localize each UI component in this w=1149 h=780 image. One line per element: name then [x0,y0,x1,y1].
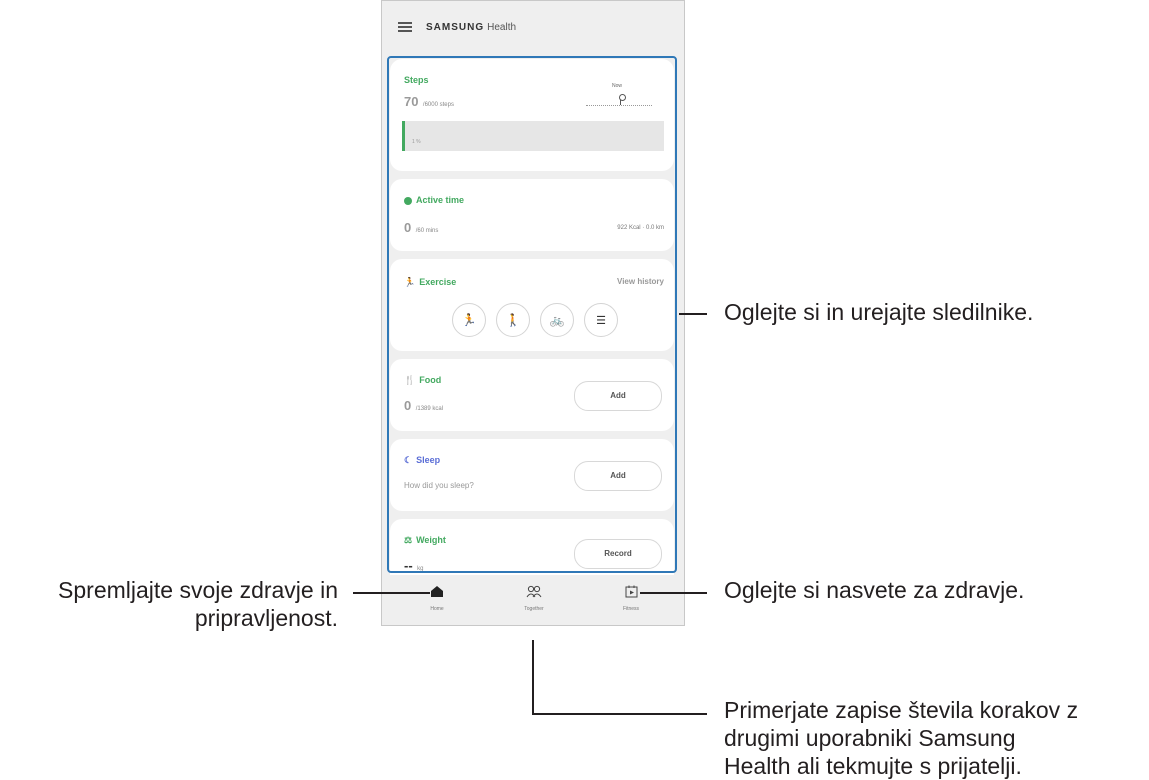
nav-fitness-label: Fitness [622,606,640,612]
phone-screen: SAMSUNG Health Steps 70 /6000 steps Now 1… [381,0,685,626]
home-icon [431,586,443,597]
active-time-minutes: 0 [404,220,412,235]
active-time-kcal: 922 Kcal [617,225,641,231]
weight-value: -- kg [404,557,423,575]
callout-home-line1: Spremljajte svoje zdravje in [58,577,338,603]
steps-count: 70 /6000 steps [404,93,454,111]
callout-together-line1: Primerjate zapise števila korakov z [724,697,1079,723]
bottom-navigation: Home Together Fitness [382,575,684,625]
sleep-label: Sleep [416,455,441,465]
active-time-card[interactable]: Active time 0 /60 mins 922 Kcal · 0.0 km [390,179,674,251]
food-value: 0 /1389 kcal [404,397,443,415]
app-name: Health [487,21,517,33]
active-time-value: 0 /60 mins [404,219,438,237]
menu-icon[interactable] [398,22,412,32]
food-kcal: 0 [404,398,412,413]
weight-card[interactable]: ⚖ Weight -- kg Record [390,519,674,575]
steps-now-label: Now [612,83,623,89]
bicycle-icon: 🚲 [549,313,565,327]
callout-together: Primerjate zapise števila korakov z drug… [724,696,1078,780]
weight-record-button[interactable]: Record [574,539,662,569]
tracker-list[interactable]: Steps 70 /6000 steps Now 1 % Active time… [390,59,674,575]
active-time-goal: /60 mins [415,228,439,234]
exercise-card[interactable]: 🏃 Exercise View history 🏃 🚶 🚲 ☰ [390,259,674,351]
food-card[interactable]: 🍴 Food 0 /1389 kcal Add [390,359,674,431]
app-brand: SAMSUNG [426,21,485,33]
run-exercise-button[interactable]: 🏃 [452,303,486,337]
food-goal: /1389 kcal [415,406,444,412]
nav-together-label: Together [524,606,544,612]
callout-line-trackers [679,313,707,315]
steps-title: Steps [404,75,429,85]
steps-percent: 1 % [412,139,421,145]
callout-home-line2: pripravljenost. [194,605,338,631]
sleep-card[interactable]: ☾ Sleep How did you sleep? Add [390,439,674,511]
sleep-title: ☾ Sleep [404,455,440,466]
weight-label: Weight [416,535,446,545]
cycling-exercise-button[interactable]: 🚲 [540,303,574,337]
weight-number: -- [404,558,413,573]
app-title: SAMSUNG Health [426,22,516,33]
callout-together-line2: drugimi uporabniki Samsung [724,725,1016,751]
active-time-label: Active time [416,195,465,205]
exercise-label: Exercise [419,277,457,287]
callout-home: Spremljajte svoje zdravje in pripravljen… [0,576,338,632]
callout-trackers: Oglejte si in urejajte sledilnike. [724,299,1034,325]
callout-line-fitness [640,592,707,594]
weight-title: ⚖ Weight [404,535,446,546]
app-bar: SAMSUNG Health [382,1,684,53]
food-add-button[interactable]: Add [574,381,662,411]
exercise-title: 🏃 Exercise [404,277,456,288]
scale-icon: ⚖ [404,535,413,545]
clock-icon [404,196,412,205]
steps-progress-fill [402,121,405,151]
callout-together-line3: Health ali tekmujte s prijatelji. [724,753,1022,779]
active-time-stats: 922 Kcal · 0.0 km [617,225,664,231]
nav-fitness[interactable]: Fitness [601,585,661,612]
active-time-km: 0.0 km [645,225,664,231]
nav-together[interactable]: Together [504,585,564,612]
steps-goal: /6000 steps [422,102,454,108]
view-history-link[interactable]: View history [617,277,664,286]
nav-home[interactable]: Home [407,585,467,612]
fork-knife-icon: 🍴 [404,375,416,385]
active-time-title: Active time [404,195,464,205]
weight-unit: kg [417,566,424,572]
steps-now-pin-stem [620,100,621,105]
nav-home-label: Home [430,606,444,612]
callout-line-together-horizontal [532,713,707,715]
exercise-list-button[interactable]: ☰ [584,303,618,337]
sleep-add-button[interactable]: Add [574,461,662,491]
steps-card[interactable]: Steps 70 /6000 steps Now 1 % [390,59,674,171]
food-label: Food [419,375,442,385]
running-icon: 🏃 [404,277,416,287]
moon-icon: ☾ [404,455,413,465]
callout-line-together-vertical [532,640,534,714]
steps-timeline [586,105,652,106]
steps-progress-bar: 1 % [402,121,664,151]
steps-value: 70 [404,94,419,109]
people-icon [526,585,542,598]
running-icon: 🏃 [461,313,477,327]
callout-line-home [353,592,430,594]
list-icon: ☰ [596,314,606,327]
walking-icon: 🚶 [505,313,521,327]
walk-exercise-button[interactable]: 🚶 [496,303,530,337]
callout-fitness: Oglejte si nasvete za zdravje. [724,577,1025,603]
calendar-play-icon [625,585,637,598]
sleep-prompt: How did you sleep? [404,481,474,490]
food-title: 🍴 Food [404,375,441,386]
